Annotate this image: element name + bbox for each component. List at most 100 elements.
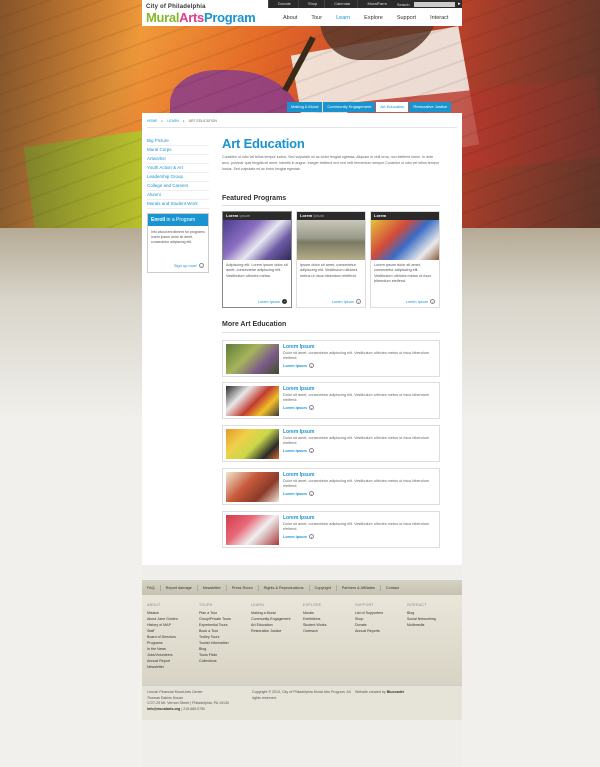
card-title-bold: Lorem [300,213,313,218]
sidebar-item-alumni[interactable]: Alumni [147,191,209,200]
card-more-label: Lorem Ipsum [405,299,428,304]
list-item-link-label: Lorem Ipsum [283,405,307,410]
footer-link-copyright[interactable]: Copyright [310,584,337,591]
list-item[interactable]: Lorem Ipsum Dolor sit amet, consectetur … [222,468,440,505]
nav-explore[interactable]: Explore [357,13,390,23]
list-item-link[interactable]: Lorem Ipsum › [283,363,314,368]
util-link-calendar[interactable]: Calendar [324,0,357,8]
subnav-art-education[interactable]: Art Education [376,102,409,112]
sidebar-item-murals-student-work[interactable]: Murals and Student Work [147,200,209,209]
footer-link[interactable]: Newsletter [147,664,199,670]
signup-label: Sign up now! [173,263,197,268]
card-text: Lorem ipsum dolor sit amet, consectetur … [374,263,432,284]
list-item[interactable]: Lorem Ipsum Dolor sit amet, consectetur … [222,340,440,377]
list-item-title[interactable]: Lorem Ipsum [283,472,314,478]
footer-column-heading: SUPPORT [355,603,374,607]
footer-link[interactable]: Collections [199,658,251,664]
card-title-bold: Lorem [374,213,387,218]
divider [222,332,440,333]
card-header: Lorem Ipsum [223,212,291,220]
footer-link[interactable]: Multimedia [407,622,459,628]
arrow-icon: › [308,491,314,496]
arrow-icon: › [308,405,314,410]
sidebar-item-mural-corps[interactable]: Mural Corps [147,146,209,155]
list-item-title[interactable]: Lorem Ipsum [283,515,314,521]
list-item-desc: Dolor sit amet, consectetur adipiscing e… [283,393,430,403]
list-item-link[interactable]: Lorem Ipsum › [283,534,314,539]
featured-card[interactable]: Lorem Lorem ipsum dolor sit amet, consec… [370,211,440,308]
list-item[interactable]: Lorem Ipsum Dolor sit amet, consectetur … [222,382,440,419]
list-item-title[interactable]: Lorem Ipsum [283,344,314,350]
list-item-title[interactable]: Lorem Ipsum [283,429,314,435]
footer-link[interactable]: Restorative Justice [251,628,303,634]
util-link-donate[interactable]: Donate [268,0,298,8]
footer-email-link[interactable]: info@muralarts.org [147,707,180,711]
breadcrumb-home[interactable]: HOME [147,119,158,123]
footer-phone: | 215.685.0750 [181,706,206,711]
featured-card[interactable]: Lorem Ipsum Ipsum dolor sit amet, consec… [296,211,366,308]
footer-address: Lincoln Financial Mural Arts Center Thom… [147,690,247,712]
footer-link-newsletter[interactable]: Newsletter [198,584,227,591]
subnav-community-engagement[interactable]: Community Engagement [323,102,376,112]
search-submit-icon[interactable]: ▸ [457,1,462,7]
nav-about[interactable]: About [276,13,304,23]
card-more-link[interactable]: Lorem Ipsum › [332,299,361,304]
footer-link-contact[interactable]: Contact [381,585,404,591]
breadcrumb-current: ART EDUCATION [188,119,217,123]
card-header: Lorem Ipsum [297,212,365,220]
list-item[interactable]: Lorem Ipsum Dolor sit amet, consectetur … [222,511,440,548]
list-item-link[interactable]: Lorem Ipsum › [283,405,314,410]
logo-program: Program [203,10,256,25]
card-text: Ipsum dolor sit amet, consectetur adipis… [300,263,358,278]
subnav-restorative-justice[interactable]: Restorative Justice [409,102,452,112]
card-more-link[interactable]: Lorem Ipsum › [406,299,435,304]
breadcrumb-learn[interactable]: LEARN [167,119,179,123]
nav-interact[interactable]: Interact [423,13,455,23]
list-item-link[interactable]: Lorem Ipsum › [283,491,314,496]
subnav-making-a-mural[interactable]: Making A Mural [287,102,323,112]
search-input[interactable] [413,1,455,7]
sidebar-item-youth-action[interactable]: Youth Action & Art [147,164,209,173]
nav-support[interactable]: Support [390,13,423,23]
list-item-desc: Dolor sit amet, consectetur adipiscing e… [283,479,430,489]
nav-learn[interactable]: Learn [329,13,357,23]
more-heading: More Art Education [222,321,287,328]
card-more-label: Lorem Ipsum [331,299,354,304]
credit-link[interactable]: Bluecadet [387,690,404,694]
footer-column-heading: TOURS [199,603,213,607]
footer-link[interactable]: Outreach [303,628,355,634]
divider [147,127,457,128]
list-item[interactable]: Lorem Ipsum Dolor sit amet, consectetur … [222,425,440,462]
footer-link-faq[interactable]: FAQ [142,584,161,591]
enroll-heading: Enroll in a Program [148,214,208,226]
featured-card[interactable]: Lorem Ipsum Adipiscing elit. Lorem ipsum… [222,211,292,308]
sidebar-item-artworks[interactable]: Artworks! [147,155,209,164]
footer-column-about: ABOUT Mission About Jane Golden History … [147,603,199,670]
main-nav: About Tour Learn Explore Support Interac… [276,13,455,23]
footer-link[interactable]: Annual Reports [355,628,407,634]
logo-mural: Mural [146,10,180,25]
site-logo[interactable]: City of Philadelphia MuralArtsProgram [146,4,256,25]
list-item-link[interactable]: Lorem Ipsum › [283,448,314,453]
card-image [371,220,439,260]
footer-link-rights[interactable]: Rights & Reproductions [259,584,310,591]
breadcrumb-separator-icon: ▸ [161,119,164,123]
signup-link[interactable]: Sign up now! › [174,263,204,268]
footer-link-press-room[interactable]: Press Room [227,584,259,591]
breadcrumb: HOME ▸ LEARN ▸ ART EDUCATION [147,119,221,123]
list-item-title[interactable]: Lorem Ipsum [283,386,314,392]
footer-link-partners[interactable]: Partners & Affiliates [337,584,381,591]
sidebar-item-leadership-group[interactable]: Leadership Group [147,173,209,182]
nav-tour[interactable]: Tour [304,13,329,23]
credit-prefix: Website created by [355,690,386,694]
arrow-icon: › [308,448,314,453]
sidebar-item-big-picture[interactable]: Big Picture [147,137,209,146]
card-more-link[interactable]: Lorem Ipsum › [258,299,287,304]
list-item-link-label: Lorem Ipsum [283,363,307,368]
util-link-muralfarm[interactable]: MuralFarm [357,0,393,8]
arrow-icon: › [430,299,435,304]
sidebar-item-college-careers[interactable]: College and Careers [147,182,209,191]
card-image [223,220,291,260]
footer-link-report-damage[interactable]: Report damage [161,584,198,591]
util-link-shop[interactable]: Shop [297,0,324,8]
